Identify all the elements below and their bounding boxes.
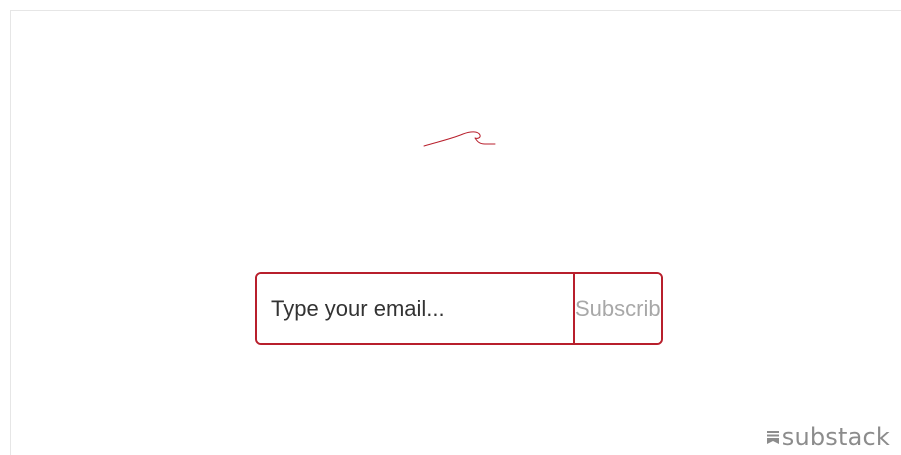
wave-logo-icon xyxy=(423,131,496,147)
email-input[interactable] xyxy=(257,274,573,343)
subscribe-button[interactable]: Subscribe xyxy=(573,274,661,343)
substack-logo-icon xyxy=(766,430,779,444)
subscribe-form: Subscribe xyxy=(255,272,663,345)
embed-frame: Subscribe substack xyxy=(10,10,901,455)
substack-brand-link[interactable]: substack xyxy=(766,423,890,451)
substack-wordmark: substack xyxy=(781,423,890,451)
